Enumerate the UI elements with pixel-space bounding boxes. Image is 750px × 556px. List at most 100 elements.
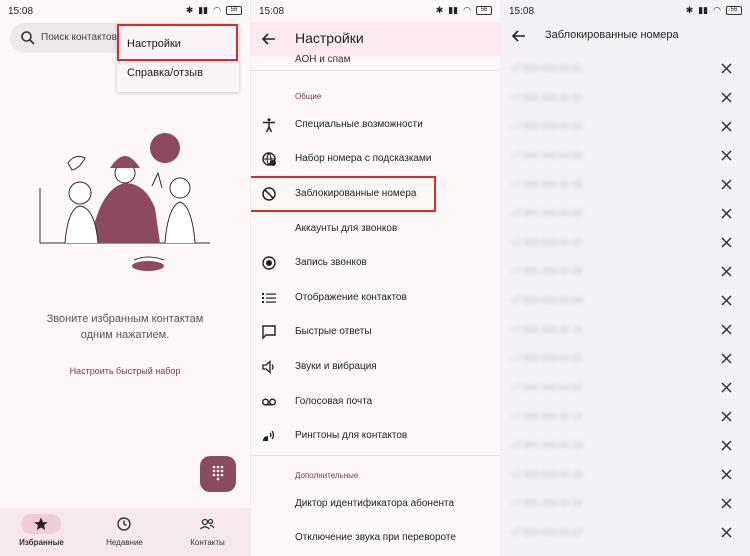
voicemail-icon: [262, 398, 276, 406]
blocked-number-row: +7 900 000-00-12: [501, 374, 750, 403]
signal-icon: ▮▮: [448, 5, 459, 15]
battery-icon: 56: [726, 6, 742, 15]
blocked-number: +7 900 000-00-03: [511, 122, 583, 131]
clock-icon: [117, 517, 131, 531]
nav-favorites-label: Избранные: [19, 538, 64, 547]
dialpad-button[interactable]: [200, 456, 236, 492]
status-bar: 15:08 ✱ ▮▮ ◠ 56: [251, 0, 500, 22]
blocked-number: +7 900 000-00-08: [511, 267, 583, 276]
nav-favorites[interactable]: Избранные: [0, 508, 83, 556]
settings-item-sounds[interactable]: Звуки и вибрация: [251, 350, 500, 384]
page-title: Заблокированные номера: [545, 29, 679, 41]
settings-item-assisted-dialing[interactable]: Набор номера с подсказками: [251, 142, 500, 176]
quick-dial-link[interactable]: Настроить быстрый набор: [0, 366, 250, 376]
blocked-number: +7 900 000-00-12: [511, 383, 583, 392]
back-arrow-icon[interactable]: [261, 31, 277, 47]
settings-item-label: Голосовая почта: [295, 396, 373, 407]
ringtone-icon: [263, 430, 275, 441]
settings-item-call-recording[interactable]: Запись звонков: [251, 246, 500, 280]
bottom-navigation: Избранные Недавние Контакты: [0, 508, 250, 556]
unblock-close-icon[interactable]: [720, 381, 733, 394]
unblock-close-icon[interactable]: [720, 497, 733, 510]
settings-screen: 15:08 ✱ ▮▮ ◠ 56 Настройки АОН и спам Общ…: [250, 0, 500, 556]
blocked-number: +7 900 000-00-15: [511, 470, 583, 479]
unblock-close-icon[interactable]: [720, 410, 733, 423]
status-time: 15:08: [259, 6, 285, 17]
blocked-number-row: +7 900 000-00-16: [501, 490, 750, 519]
settings-item-caller-id[interactable]: АОН и спам: [295, 54, 350, 62]
signal-icon: ▮▮: [698, 5, 709, 15]
blocked-number-row: +7 900 000-00-13: [501, 403, 750, 432]
unblock-close-icon[interactable]: [720, 178, 733, 191]
status-bar: 15:08 ✱ ▮▮ ◠ 56: [501, 0, 750, 22]
unblock-close-icon[interactable]: [720, 207, 733, 220]
blocked-number-row: +7 900 000-00-09: [501, 287, 750, 316]
bluetooth-icon: ✱: [685, 5, 694, 15]
volume-icon: [262, 360, 274, 374]
settings-item-voicemail[interactable]: Голосовая почта: [251, 385, 500, 419]
empty-state-illustration: [39, 133, 210, 271]
blocked-number-row: +7 900 000-00-01: [501, 55, 750, 84]
star-icon: [34, 517, 48, 530]
settings-item-label: Звуки и вибрация: [295, 361, 377, 372]
section-header-additional: Дополнительные: [295, 471, 359, 480]
blocked-number: +7 900 000-00-09: [511, 296, 583, 305]
nav-recent[interactable]: Недавние: [83, 508, 166, 556]
settings-item-caller-id-announcer[interactable]: Диктор идентификатора абонента: [251, 487, 500, 521]
unblock-close-icon[interactable]: [720, 468, 733, 481]
highlight-blocked-numbers: [251, 176, 436, 212]
nav-contacts-label: Контакты: [190, 538, 225, 547]
settings-item-quick-responses[interactable]: Быстрые ответы: [251, 315, 500, 349]
divider: [251, 70, 500, 71]
blocked-number: +7 900 000-00-17: [511, 528, 583, 537]
settings-item-display-contacts[interactable]: Отображение контактов: [251, 281, 500, 315]
status-time: 15:08: [509, 6, 535, 17]
unblock-close-icon[interactable]: [720, 120, 733, 133]
blocked-number: +7 900 000-00-05: [511, 180, 583, 189]
app-bar: Заблокированные номера: [501, 22, 750, 50]
status-icons: ✱ ▮▮ ◠ 56: [436, 5, 492, 16]
settings-item-label: Отключение звука при перевороте: [295, 532, 456, 543]
unblock-close-icon[interactable]: [720, 352, 733, 365]
unblock-close-icon[interactable]: [720, 323, 733, 336]
list-icon: [262, 293, 276, 303]
settings-item-contact-ringtones[interactable]: Рингтоны для контактов: [251, 419, 500, 453]
unblock-close-icon[interactable]: [720, 439, 733, 452]
highlight-settings: [117, 24, 238, 61]
nav-recent-label: Недавние: [106, 538, 143, 547]
section-header-general: Общие: [295, 92, 322, 101]
blocked-number: +7 900 000-00-13: [511, 412, 583, 421]
blocked-number-row: +7 900 000-00-15: [501, 461, 750, 490]
unblock-close-icon[interactable]: [720, 236, 733, 249]
settings-item-flip-to-silence[interactable]: Отключение звука при перевороте: [251, 521, 500, 555]
unblock-close-icon[interactable]: [720, 91, 733, 104]
assisted-dial-icon: [262, 152, 276, 166]
back-arrow-icon[interactable]: [511, 28, 527, 44]
unblock-close-icon[interactable]: [720, 62, 733, 75]
blocked-number-row: +7 900 000-00-08: [501, 258, 750, 287]
blocked-number-row: +7 900 000-00-11: [501, 345, 750, 374]
signal-icon: ▮▮: [198, 5, 209, 15]
unblock-close-icon[interactable]: [720, 265, 733, 278]
app-bar: Настройки: [251, 22, 500, 56]
message-icon: [262, 325, 276, 340]
unblock-close-icon[interactable]: [720, 294, 733, 307]
unblock-close-icon[interactable]: [720, 526, 733, 539]
status-bar: 15:08 ✱ ▮▮ ◠ 56: [0, 0, 250, 22]
bluetooth-icon: ✱: [435, 5, 444, 15]
settings-item-calling-accounts[interactable]: Аккаунты для звонков: [251, 212, 500, 246]
unblock-close-icon[interactable]: [720, 149, 733, 162]
settings-item-label: Специальные возможности: [295, 119, 423, 130]
status-time: 15:08: [8, 6, 34, 17]
blocked-numbers-screen: 15:08 ✱ ▮▮ ◠ 56 Заблокированные номера +…: [500, 0, 750, 556]
dialpad-icon: [212, 465, 224, 481]
settings-item-accessibility[interactable]: Специальные возможности: [251, 108, 500, 142]
contacts-icon: [200, 518, 215, 530]
menu-item-help[interactable]: Справка/отзыв: [127, 67, 203, 79]
blocked-number: +7 900 000-00-02: [511, 93, 583, 102]
blocked-number-row: +7 900 000-00-17: [501, 519, 750, 548]
blocked-number: +7 900 000-00-11: [511, 354, 582, 363]
nav-contacts[interactable]: Контакты: [166, 508, 249, 556]
blocked-number: +7 900 000-00-16: [511, 499, 583, 508]
battery-icon: 56: [226, 6, 242, 15]
